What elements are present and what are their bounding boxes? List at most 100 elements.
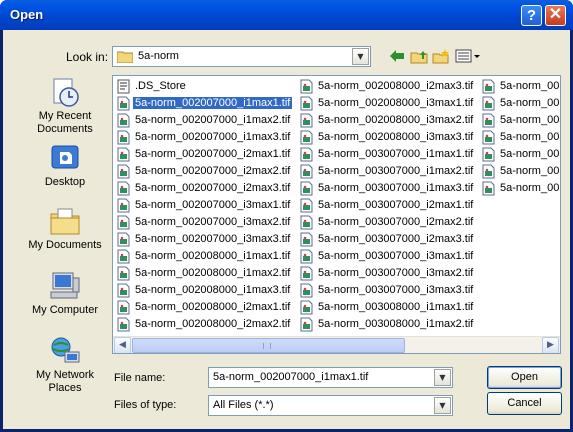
file-item-label: 5a-norm_003 — [500, 148, 561, 160]
title-bar[interactable]: Open ? ✕ — [0, 0, 573, 30]
chevron-down-icon[interactable]: ▼ — [434, 397, 451, 414]
file-item[interactable]: 5a-norm_002008000_i3max3.tif — [298, 129, 475, 146]
file-item[interactable]: 5a-norm_003 — [480, 112, 561, 129]
place-desktop[interactable]: Desktop — [20, 142, 110, 189]
file-item[interactable]: 5a-norm_002008000_i2max1.tif — [115, 299, 292, 316]
file-item[interactable]: 5a-norm_002008000_i1max2.tif — [115, 265, 292, 282]
image-file-icon — [482, 96, 495, 111]
horizontal-scrollbar[interactable]: ◀ ▶ — [113, 336, 560, 353]
files-of-type-select[interactable]: All Files (*.*) ▼ — [208, 395, 453, 416]
files-of-type-label: Files of type: — [114, 399, 177, 411]
look-in-combo[interactable]: 5a-norm ▼ — [112, 46, 371, 67]
file-item-label: 5a-norm_003 — [500, 114, 561, 126]
file-item[interactable]: .DS_Store — [115, 78, 292, 95]
file-item[interactable]: 5a-norm_003008000_i1max2.tif — [298, 316, 475, 333]
file-item-label: 5a-norm_002007000_i1max1.tif — [133, 97, 293, 109]
file-item[interactable]: 5a-norm_002008000_i2max2.tif — [115, 316, 292, 333]
file-column: 5a-norm_002008000_i2max3.tif 5a-norm_0020… — [298, 78, 475, 333]
file-item[interactable]: 5a-norm_003 — [480, 95, 561, 112]
image-file-icon — [300, 249, 313, 264]
file-item-label: 5a-norm_002007000_i1max2.tif — [135, 114, 291, 126]
scrollbar-thumb[interactable] — [132, 338, 405, 353]
cancel-button[interactable]: Cancel — [487, 392, 562, 415]
image-file-icon — [117, 96, 130, 111]
file-item[interactable]: 5a-norm_003008000_i1max1.tif — [298, 299, 475, 316]
file-item[interactable]: 5a-norm_002007000_i3max2.tif — [115, 214, 292, 231]
file-item[interactable]: 5a-norm_002008000_i1max3.tif — [115, 282, 292, 299]
file-item[interactable]: 5a-norm_002007000_i2max3.tif — [115, 180, 292, 197]
file-item[interactable]: 5a-norm_002007000_i1max2.tif — [115, 112, 292, 129]
file-item-label: .DS_Store — [135, 80, 186, 92]
image-file-icon — [117, 300, 130, 315]
place-my-documents[interactable]: My Documents — [20, 205, 110, 252]
file-item-label: 5a-norm_003 — [500, 97, 561, 109]
file-item[interactable]: 5a-norm_003 — [480, 163, 560, 180]
place-my-computer[interactable]: My Computer — [20, 270, 110, 317]
place-network-places[interactable]: My Network Places — [20, 335, 110, 395]
file-column: 5a-norm_003 5a-norm_003 5a-norm_003 5a-norm… — [480, 78, 561, 197]
image-file-icon — [117, 164, 130, 179]
place-label: My Documents — [28, 239, 102, 251]
file-item[interactable]: 5a-norm_002007000_i1max1.tif — [115, 95, 293, 112]
file-item-label: 5a-norm_002007000_i1max3.tif — [135, 131, 291, 143]
file-item-label: 5a-norm_002007000_i3max2.tif — [135, 216, 291, 228]
file-item[interactable]: 5a-norm_003007000_i3max3.tif — [298, 282, 475, 299]
close-button[interactable]: ✕ — [545, 5, 566, 26]
image-file-icon — [117, 215, 130, 230]
image-file-icon — [117, 266, 130, 281]
chevron-down-icon[interactable]: ▼ — [434, 369, 451, 386]
file-item[interactable]: 5a-norm_003007000_i3max2.tif — [298, 265, 475, 282]
scroll-left-icon[interactable]: ◀ — [114, 337, 131, 353]
file-item[interactable]: 5a-norm_002007000_i2max1.tif — [115, 146, 292, 163]
file-item[interactable]: 5a-norm_003007000_i2max2.tif — [298, 214, 475, 231]
file-item-label: 5a-norm_003007000_i1max3.tif — [318, 182, 474, 194]
file-item[interactable]: 5a-norm_003007000_i1max3.tif — [298, 180, 475, 197]
place-label: My Computer — [31, 304, 99, 316]
folder-up-icon[interactable] — [408, 46, 430, 67]
file-item[interactable]: 5a-norm_003 — [480, 146, 561, 163]
file-item[interactable]: 5a-norm_002008000_i3max1.tif — [298, 95, 475, 112]
image-file-icon — [300, 266, 313, 281]
image-file-icon — [300, 283, 313, 298]
file-item-label: 5a-norm_002008000_i1max3.tif — [135, 284, 291, 296]
file-item[interactable]: 5a-norm_002008000_i1max1.tif — [115, 248, 292, 265]
place-recent-documents[interactable]: My Recent Documents — [20, 76, 110, 136]
file-list[interactable]: .DS_Store 5a-norm_002007000_i1max1.tif 5a-… — [112, 75, 561, 354]
file-item[interactable]: 5a-norm_002008000_i3max2.tif — [298, 112, 475, 129]
new-folder-icon[interactable] — [430, 46, 452, 67]
image-file-icon — [117, 147, 130, 162]
file-item-label: 5a-norm_002008000_i3max3.tif — [318, 131, 474, 143]
file-item[interactable]: 5a-norm_003 — [480, 78, 560, 95]
file-item[interactable]: 5a-norm_003 — [480, 129, 560, 146]
scroll-right-icon[interactable]: ▶ — [542, 337, 559, 353]
file-item[interactable]: 5a-norm_002008000_i2max3.tif — [298, 78, 475, 95]
back-arrow-icon[interactable] — [386, 46, 408, 67]
file-item[interactable]: 5a-norm_003007000_i2max3.tif — [298, 231, 475, 248]
open-button[interactable]: Open — [487, 366, 562, 389]
image-file-icon — [300, 130, 313, 145]
file-item[interactable]: 5a-norm_003007000_i1max2.tif — [298, 163, 475, 180]
image-file-icon — [117, 113, 130, 128]
file-item-label: 5a-norm_003007000_i3max1.tif — [318, 250, 474, 262]
file-item[interactable]: 5a-norm_003007000_i2max1.tif — [298, 197, 475, 214]
file-item[interactable]: 5a-norm_003007000_i3max1.tif — [298, 248, 475, 265]
file-item[interactable]: 5a-norm_002007000_i1max3.tif — [115, 129, 292, 146]
file-item-label: 5a-norm_003008000_i1max2.tif — [318, 318, 474, 330]
file-item[interactable]: 5a-norm_003 — [480, 180, 560, 197]
file-item[interactable]: 5a-norm_002007000_i2max2.tif — [115, 163, 292, 180]
file-item-label: 5a-norm_002008000_i3max1.tif — [318, 97, 474, 109]
file-item[interactable]: 5a-norm_002007000_i3max1.tif — [115, 197, 292, 214]
image-file-icon — [117, 283, 130, 298]
file-item[interactable]: 5a-norm_003007000_i1max1.tif — [298, 146, 475, 163]
file-item-label: 5a-norm_002008000_i2max3.tif — [318, 80, 474, 92]
image-file-icon — [482, 181, 495, 196]
image-file-icon — [300, 96, 313, 111]
image-file-icon — [117, 198, 130, 213]
help-button[interactable]: ? — [521, 5, 542, 26]
image-file-icon — [117, 232, 130, 247]
file-name-field[interactable]: 5a-norm_002007000_i1max1.tif ▼ — [208, 367, 453, 388]
views-menu-icon[interactable] — [454, 46, 482, 67]
file-item[interactable]: 5a-norm_002007000_i3max3.tif — [115, 231, 292, 248]
image-file-icon — [482, 164, 495, 179]
chevron-down-icon[interactable]: ▼ — [352, 48, 369, 65]
